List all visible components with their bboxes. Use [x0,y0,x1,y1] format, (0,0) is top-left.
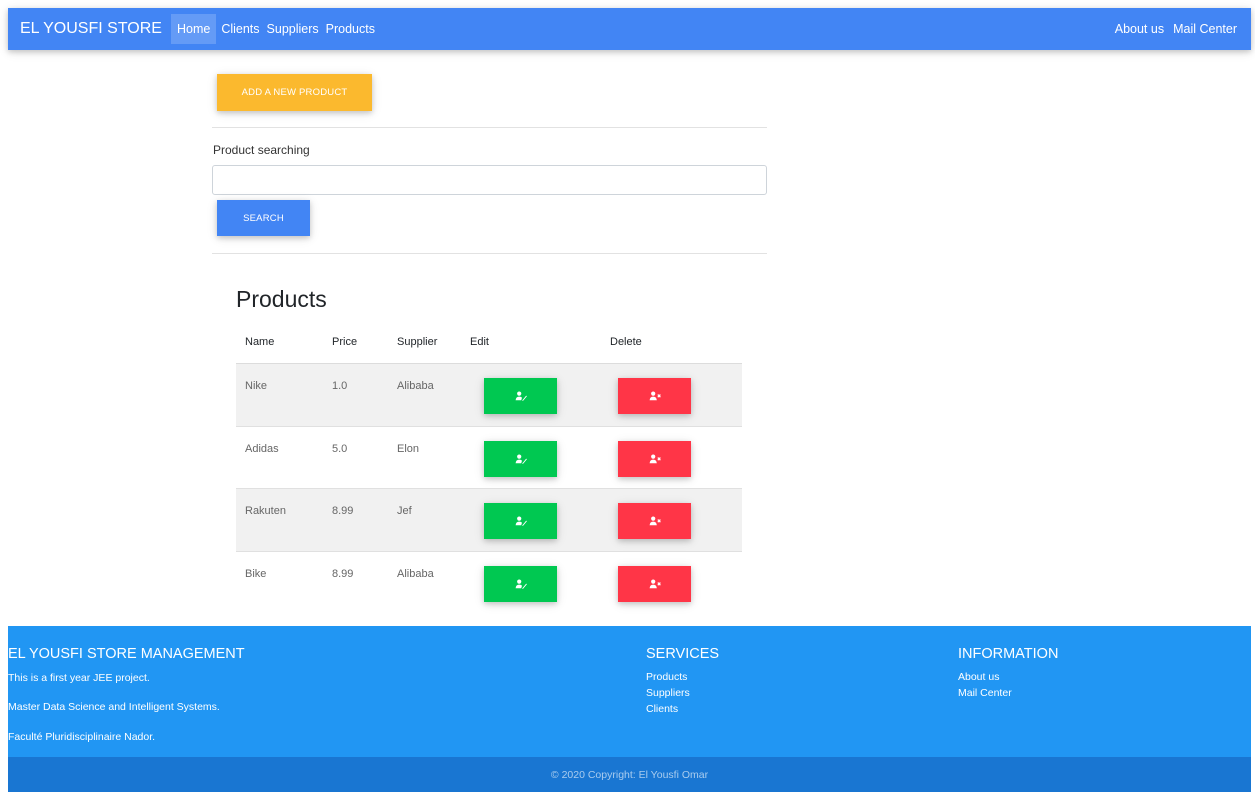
information-links: About us Mail Center [958,669,1012,701]
footer: EL YOUSFI STORE MANAGEMENT This is a fir… [8,626,1251,792]
user-edit-icon [515,516,527,526]
product-price: 1.0 [332,380,348,392]
table-row: Bike 8.99 Alibaba [236,552,742,615]
product-name: Adidas [245,442,279,455]
nav-right: About us Mail Center [1111,14,1242,44]
table-header: Name Price Supplier Edit Delete [236,322,742,364]
products-title: Products [236,286,327,312]
user-edit-icon [515,454,527,464]
footer-title: EL YOUSFI STORE MANAGEMENT [8,646,245,662]
footer-link-products[interactable]: Products [646,669,690,685]
navbar: EL YOUSFI STORE Home Clients Suppliers P… [8,8,1251,50]
footer-line: Master Data Science and Intelligent Syst… [8,701,220,713]
user-edit-icon [515,579,527,589]
edit-button[interactable] [484,503,557,539]
nav-clients[interactable]: Clients [218,14,262,44]
product-supplier: Jef [397,505,412,517]
delete-button[interactable] [618,503,691,539]
nav-about-us[interactable]: About us [1111,14,1168,44]
user-times-icon [649,579,661,588]
footer-link-suppliers[interactable]: Suppliers [646,685,690,701]
services-links: Products Suppliers Clients [646,669,690,717]
brand-logo[interactable]: EL YOUSFI STORE [20,20,162,38]
nav-mail-center[interactable]: Mail Center [1169,14,1241,44]
footer-link-about-us[interactable]: About us [958,669,1012,685]
table-row: Nike 1.0 Alibaba [236,364,742,427]
footer-link-mail-center[interactable]: Mail Center [958,685,1012,701]
user-times-icon [649,516,661,526]
product-name: Rakuten [245,505,286,517]
footer-line: Faculté Pluridisciplinaire Nador. [8,731,156,743]
product-price: 5.0 [332,442,348,455]
column-header-delete: Delete [610,336,642,348]
product-price: 8.99 [332,505,354,517]
footer-link-clients[interactable]: Clients [646,701,690,717]
table-row: Adidas 5.0 Elon [236,427,742,489]
user-times-icon [649,391,661,401]
user-times-icon [649,454,661,463]
column-header-name: Name [245,336,275,348]
product-price: 8.99 [332,567,354,580]
search-label: Product searching [213,143,310,157]
divider [212,253,767,254]
add-product-button[interactable]: ADD A NEW PRODUCT [217,74,372,111]
nav-suppliers[interactable]: Suppliers [264,14,322,44]
product-name: Bike [245,567,267,580]
delete-button[interactable] [618,565,691,602]
divider [212,127,767,128]
search-input[interactable] [212,165,767,195]
user-edit-icon [515,391,527,401]
page: EL YOUSFI STORE Home Clients Suppliers P… [0,0,1255,792]
delete-button[interactable] [618,378,691,414]
product-name: Nike [245,380,268,392]
edit-button[interactable] [484,378,557,414]
products-table: Name Price Supplier Edit Delete Nike 1.0… [236,322,742,614]
footer-line: This is a first year JEE project. [8,672,150,684]
information-title: INFORMATION [958,646,1059,662]
product-supplier: Alibaba [397,567,434,580]
edit-button[interactable] [484,565,557,602]
column-header-price: Price [332,336,358,348]
nav-products[interactable]: Products [323,14,378,44]
copyright-bar: © 2020 Copyright: El Yousfi Omar [8,757,1251,792]
delete-button[interactable] [618,440,691,477]
table-row: Rakuten 8.99 Jef [236,489,742,552]
column-header-supplier: Supplier [397,336,438,348]
column-header-edit: Edit [470,336,489,348]
product-supplier: Alibaba [397,380,434,392]
search-button[interactable]: SEARCH [217,200,310,236]
nav-home[interactable]: Home [170,14,217,44]
product-supplier: Elon [397,442,420,455]
services-title: SERVICES [646,646,720,662]
copyright-text: © 2020 Copyright: El Yousfi Omar [550,768,709,781]
edit-button[interactable] [484,440,557,477]
